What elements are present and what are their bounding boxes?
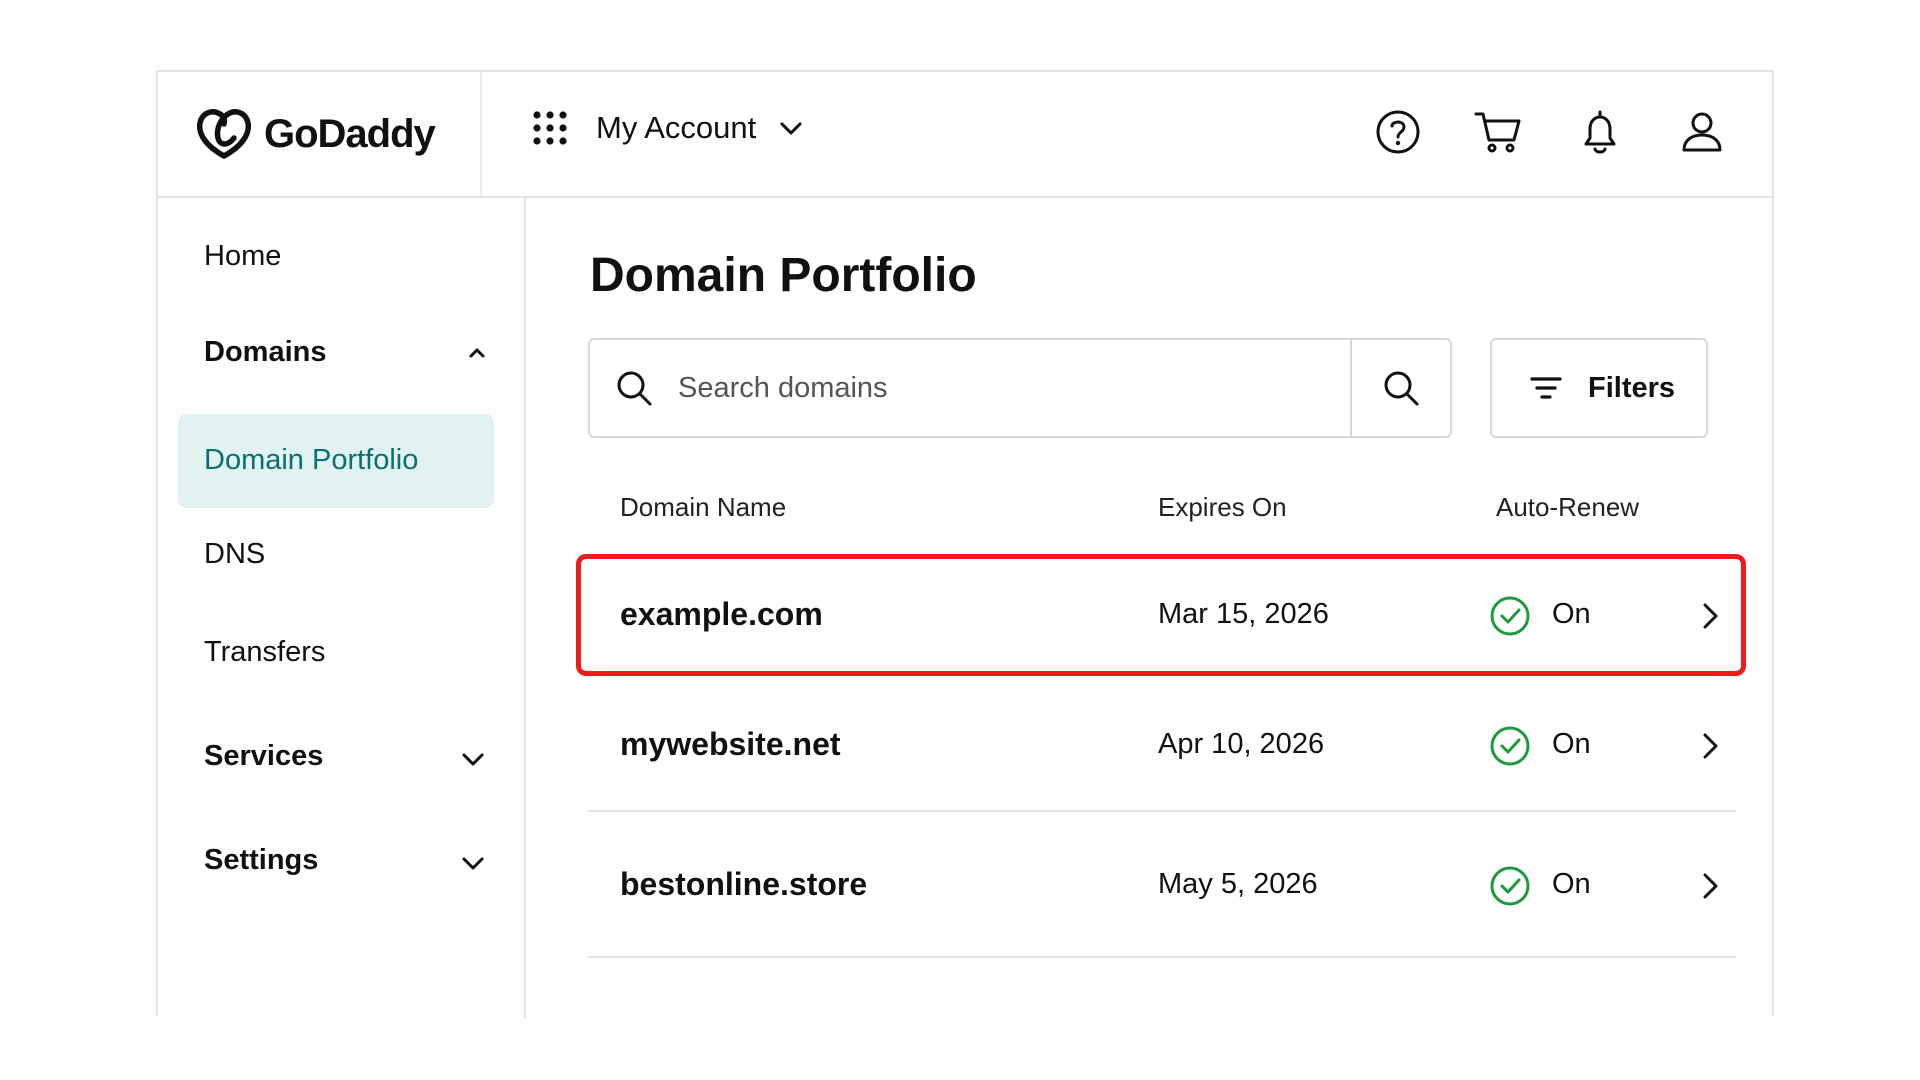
auto-renew-status: On [1552, 868, 1591, 900]
filters-label: Filters [1588, 371, 1676, 404]
sidebar-item-domains[interactable]: Domains [204, 336, 326, 369]
header-divider [480, 72, 482, 196]
sidebar-item-home[interactable]: Home [204, 240, 281, 273]
check-circle-icon [1490, 596, 1530, 636]
apps-grid-icon [533, 111, 567, 145]
column-header-auto-renew[interactable]: Auto-Renew [1496, 492, 1639, 523]
chevron-right-icon[interactable] [1694, 730, 1726, 762]
sidebar-item-domain-portfolio[interactable]: Domain Portfolio [178, 414, 494, 508]
table-row[interactable]: bestonline.store May 5, 2026 On [588, 826, 1736, 946]
help-icon[interactable] [1370, 104, 1426, 160]
chevron-right-icon[interactable] [1694, 600, 1726, 632]
expires-date: May 5, 2026 [1158, 868, 1318, 900]
godaddy-logo-icon [196, 109, 252, 159]
search-icon [617, 371, 652, 406]
cart-icon[interactable] [1470, 104, 1526, 160]
top-header: GoDaddy My Account [158, 72, 1772, 198]
expires-date: Apr 10, 2026 [1158, 728, 1325, 760]
search-icon [1384, 371, 1419, 406]
sidebar-item-label: Domain Portfolio [204, 444, 419, 476]
search-button[interactable] [1350, 340, 1450, 436]
check-circle-icon [1490, 726, 1530, 766]
domain-name[interactable]: bestonline.store [620, 866, 867, 903]
chevron-down-icon[interactable] [460, 746, 486, 772]
domain-name[interactable]: mywebsite.net [620, 726, 841, 763]
bell-icon[interactable] [1572, 104, 1628, 160]
filter-icon [1530, 377, 1562, 399]
sidebar-item-dns[interactable]: DNS [204, 538, 265, 571]
sidebar-item-transfers[interactable]: Transfers [204, 636, 325, 669]
app-frame: GoDaddy My Account Home Domains Domain P… [156, 70, 1774, 1018]
sidebar-item-settings[interactable]: Settings [204, 844, 318, 877]
sidebar: Home Domains Domain Portfolio DNS Transf… [158, 198, 526, 1018]
brand-logo[interactable]: GoDaddy [194, 106, 436, 162]
column-header-expires-on[interactable]: Expires On [1158, 492, 1287, 523]
row-divider [588, 810, 1736, 812]
sidebar-item-services[interactable]: Services [204, 740, 323, 773]
search-input[interactable] [678, 371, 1318, 405]
table-row[interactable]: example.com Mar 15, 2026 On [588, 556, 1736, 676]
brand-name: GoDaddy [264, 111, 436, 156]
my-account-label: My Account [596, 110, 757, 145]
check-circle-icon [1490, 866, 1530, 906]
column-header-domain-name[interactable]: Domain Name [620, 492, 786, 523]
chevron-down-icon[interactable] [460, 850, 486, 876]
row-divider [588, 956, 1736, 958]
auto-renew-status: On [1552, 598, 1591, 630]
search-bar [588, 338, 1452, 438]
my-account-menu[interactable]: My Account [532, 110, 804, 146]
domain-name[interactable]: example.com [620, 596, 823, 633]
filters-button[interactable]: Filters [1490, 338, 1708, 438]
chevron-right-icon[interactable] [1694, 870, 1726, 902]
user-icon[interactable] [1674, 104, 1730, 160]
chevron-up-icon[interactable] [464, 340, 490, 366]
page-title: Domain Portfolio [590, 249, 977, 302]
chevron-down-icon [780, 122, 802, 135]
table-row[interactable]: mywebsite.net Apr 10, 2026 On [588, 686, 1736, 806]
auto-renew-status: On [1552, 728, 1591, 760]
expires-date: Mar 15, 2026 [1158, 598, 1329, 630]
